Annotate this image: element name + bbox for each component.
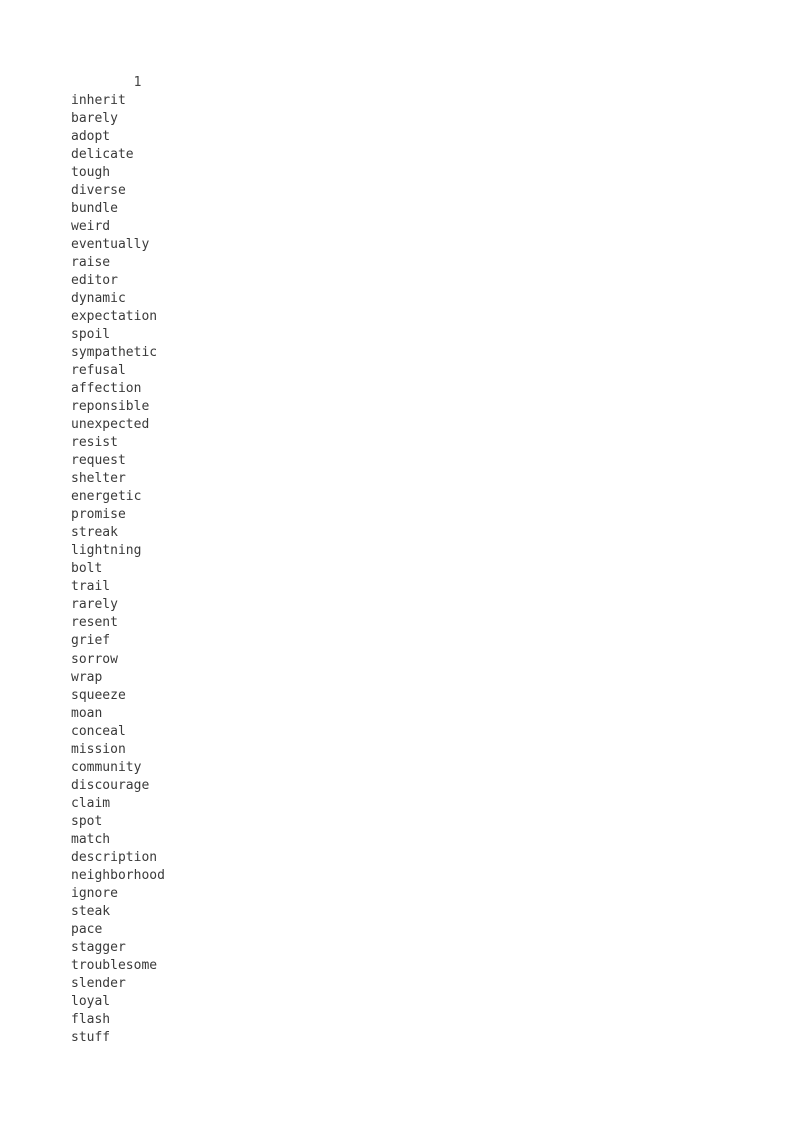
word-list-item: trail [71,579,111,595]
word-list-item: spot [71,813,103,829]
page-number: 1 [71,74,731,92]
word-list-item: refusal [71,363,126,379]
word-list-item: pace [71,921,103,937]
word-list-item: rarely [71,597,118,613]
word-list-item: slender [71,975,126,991]
word-list-item: community [71,759,142,775]
word-list-item: stuff [71,1029,111,1045]
word-list-item: expectation [71,309,158,325]
word-list-item: ignore [71,885,118,901]
word-list-item: eventually [71,237,150,253]
word-list-item: spoil [71,327,111,343]
word-list: inherit barely adopt delicate tough diverse bu… [71,92,731,1047]
word-list-item: claim [71,795,111,811]
word-list-item: affection [71,381,142,397]
word-list-item: conceal [71,723,126,739]
word-list-item: steak [71,903,111,919]
word-list-item: discourage [71,777,150,793]
word-list-item: tough [71,165,111,181]
word-list-item: inherit [71,93,126,109]
word-list-item: lightning [71,543,142,559]
word-list-item: moan [71,705,103,721]
word-list-item: mission [71,741,126,757]
word-list-item: shelter [71,471,126,487]
word-list-item: troublesome [71,957,158,973]
document-page: 1 inherit barely adopt delicate tough diverse… [0,0,793,1122]
word-list-item: grief [71,633,111,649]
word-list-item: delicate [71,147,134,163]
word-list-item: energetic [71,489,142,505]
word-list-item: reponsible [71,399,150,415]
word-list-item: bundle [71,201,118,217]
word-list-item: adopt [71,129,111,145]
word-list-item: diverse [71,183,126,199]
page-number-value: 1 [133,75,142,90]
word-list-item: editor [71,273,118,289]
word-list-item: flash [71,1011,111,1027]
word-list-item: unexpected [71,417,150,433]
word-list-item: loyal [71,993,111,1009]
word-list-item: wrap [71,669,103,685]
word-list-item: resent [71,615,118,631]
word-list-item: squeeze [71,687,126,703]
word-list-item: neighborhood [71,867,165,883]
word-list-item: sorrow [71,651,118,667]
word-list-item: bolt [71,561,103,577]
word-list-item: raise [71,255,111,271]
word-list-item: description [71,849,158,865]
word-list-item: promise [71,507,126,523]
word-list-item: dynamic [71,291,126,307]
word-list-item: stagger [71,939,126,955]
word-list-item: weird [71,219,111,235]
word-list-item: streak [71,525,118,541]
word-list-item: match [71,831,111,847]
word-list-item: resist [71,435,118,451]
word-list-item: barely [71,111,118,127]
word-list-item: request [71,453,126,469]
page-content: 1 inherit barely adopt delicate tough diverse… [71,74,731,1047]
word-list-item: sympathetic [71,345,158,361]
